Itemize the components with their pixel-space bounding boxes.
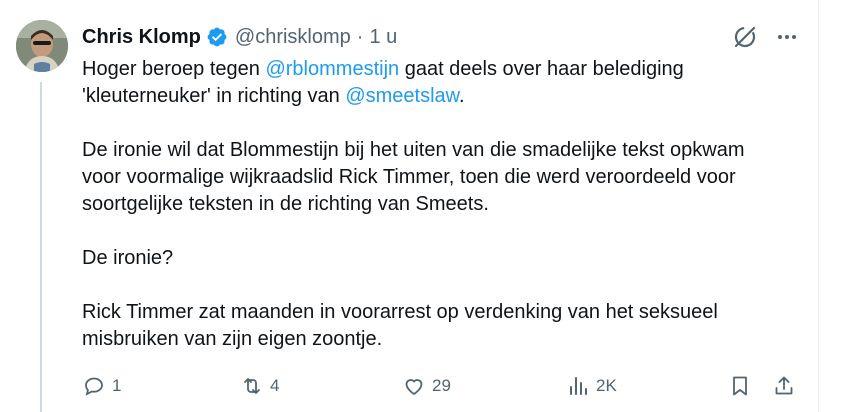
top-actions [732,24,798,55]
paragraph-2: De ironie wil dat Blommestijn bij het ui… [82,137,802,218]
bookmark-icon [733,376,747,396]
repost-count: 4 [270,376,280,395]
like-count: 29 [432,376,451,395]
views-count: 2K [596,376,617,395]
views-button[interactable]: 2K [566,372,617,400]
thread-line [40,82,42,412]
text-line: voor voormalige wijkraadslid Rick Timmer… [82,166,736,188]
reply-button[interactable]: 1 [82,372,121,400]
text-line: De ironie wil dat Blommestijn bij het ui… [82,139,745,161]
text-line: misbruiken van zijn eigen zoontje. [82,328,383,350]
repost-button[interactable]: 4 [240,372,279,400]
like-button[interactable]: 29 [402,372,451,400]
grok-icon[interactable] [732,24,758,55]
mention-smeetslaw[interactable]: @smeetslaw [345,85,459,107]
repost-icon [244,378,260,394]
action-bar: 1 4 29 2K [82,372,802,400]
column-border [818,0,819,412]
share-icon [775,376,793,395]
author-handle[interactable]: @chrisklomp [235,26,351,49]
paragraph-4: Rick Timmer zat maanden in voorarrest op… [82,299,802,353]
text-span: Hoger beroep tegen [82,58,266,80]
tweet-text: Hoger beroep tegen @rblommestijn gaat de… [82,56,802,353]
paragraph-1: Hoger beroep tegen @rblommestijn gaat de… [82,56,802,110]
more-options-icon[interactable] [776,26,798,53]
avatar[interactable] [16,20,68,72]
text-line: soortgelijke teksten in de richting van … [82,193,489,215]
tweet: Chris Klomp @chrisklomp · 1 u Hoger bero… [0,0,818,412]
tweet-header: Chris Klomp @chrisklomp · 1 u [82,22,397,52]
author-name[interactable]: Chris Klomp [82,26,201,49]
views-chart-icon [570,377,587,395]
text-line: Rick Timmer zat maanden in voorarrest op… [82,301,718,323]
text-span: gaat deels over haar belediging [399,58,684,80]
paragraph-3: De ironie? [82,247,174,269]
mention-rblommestijn[interactable]: @rblommestijn [265,58,399,80]
text-span: . [459,85,465,107]
reply-count: 1 [112,376,122,395]
separator-dot: · [356,25,364,48]
text-span: 'kleuterneuker' in richting van [82,85,346,107]
reply-icon [85,377,103,396]
heart-icon [405,379,423,395]
share-button[interactable] [772,372,796,400]
verified-badge-icon [206,26,228,48]
bookmark-button[interactable] [728,372,752,400]
timestamp[interactable]: 1 u [369,26,397,49]
